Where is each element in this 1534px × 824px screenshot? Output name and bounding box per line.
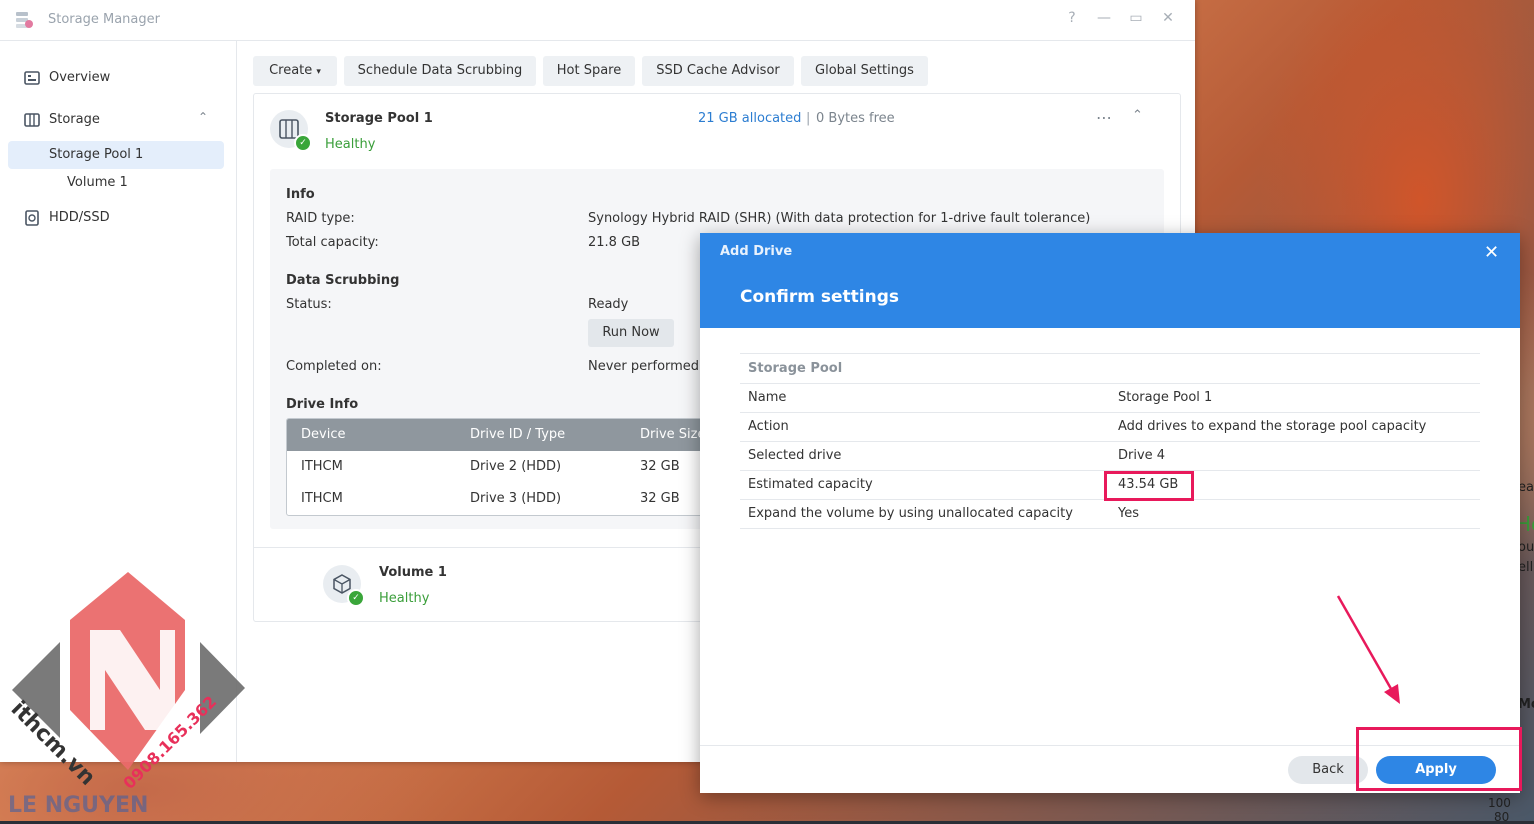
column-header[interactable]: Drive Size [640,427,705,442]
volume-status: Healthy [379,591,430,606]
sidebar-item-storage[interactable]: Storage ⌃ [0,106,236,134]
scrub-status-label: Status: [286,297,332,312]
info-heading: Info [286,187,315,202]
section-header-row: Storage Pool [740,353,1480,384]
window-title: Storage Manager [48,12,160,27]
section-label: Storage Pool [748,361,843,376]
close-icon[interactable]: ✕ [1159,10,1177,26]
healthy-check-icon: ✓ [294,134,312,152]
sidebar-item-volume-1[interactable]: Volume 1 [8,169,224,197]
table-cell: Drive 2 (HDD) [470,459,562,474]
column-header[interactable]: Drive ID / Type [470,427,565,442]
more-options-icon[interactable]: ⋯ [1096,108,1113,127]
sidebar-item-label: Storage Pool 1 [49,147,144,162]
table-row: Action Add drives to expand the storage … [740,412,1480,442]
bg-fragment: ou [1518,540,1534,555]
pool-status: Healthy [325,137,376,152]
completed-on-label: Completed on: [286,359,382,374]
table-cell: ITHCM [301,491,343,506]
setting-value: Storage Pool 1 [1118,390,1213,405]
scrub-status-value: Ready [588,297,629,312]
sidebar-item-label: HDD/SSD [49,210,110,225]
completed-on-value: Never performed [588,359,700,374]
storage-icon [24,113,40,127]
pool-name: Storage Pool 1 [325,111,433,126]
sidebar-item-label: Volume 1 [67,175,128,190]
dialog-title: Add Drive [720,244,793,259]
healthy-check-icon: ✓ [347,589,365,607]
sidebar-item-hdd-ssd[interactable]: HDD/SSD [0,204,236,232]
bg-fragment: Mo [1518,697,1534,712]
storage-manager-app-icon [16,12,33,28]
sidebar-item-overview[interactable]: Overview [0,64,236,92]
pool-allocated[interactable]: 21 GB allocated [698,111,801,126]
table-row: Name Storage Pool 1 [740,383,1480,413]
sidebar-item-label: Storage [49,112,100,127]
volume-icon: ✓ [323,565,365,607]
caret-down-icon: ▾ [316,67,321,77]
total-capacity-value: 21.8 GB [588,235,641,250]
pool-free: 0 Bytes free [816,111,895,126]
close-icon[interactable]: ✕ [1484,242,1499,263]
setting-key: Action [748,419,789,434]
table-cell: 32 GB [640,459,680,474]
create-label: Create [269,63,313,78]
table-row: Expand the volume by using unallocated c… [740,499,1480,529]
watermark-logo: ithcm.vn 0908.165.362 LE NGUYEN [6,572,245,818]
storage-pool-icon: ✓ [270,110,312,152]
chevron-up-icon[interactable]: ⌃ [1132,108,1143,123]
setting-key: Expand the volume by using unallocated c… [748,506,1073,521]
hot-spare-button[interactable]: Hot Spare [543,56,635,86]
column-header[interactable]: Device [301,427,345,442]
overview-icon [24,71,40,85]
create-button[interactable]: Create ▾ [253,56,337,86]
setting-key: Name [748,390,787,405]
apply-highlight-box [1356,727,1522,791]
ssd-cache-advisor-button[interactable]: SSD Cache Advisor [642,56,794,86]
minimize-icon[interactable]: — [1095,10,1113,26]
help-icon[interactable]: ? [1063,10,1081,26]
table-cell: 32 GB [640,491,680,506]
drive-info-heading: Drive Info [286,397,359,412]
window-titlebar[interactable]: Storage Manager ? — ▭ ✕ [0,0,1195,41]
setting-key: Estimated capacity [748,477,873,492]
table-row: Selected drive Drive 4 [740,441,1480,471]
bg-fragment: ell [1518,560,1534,575]
dialog-subtitle: Confirm settings [740,287,899,307]
run-now-button[interactable]: Run Now [588,319,674,347]
table-cell: Drive 3 (HDD) [470,491,562,506]
hdd-icon [25,210,39,226]
chevron-up-icon[interactable]: ⌃ [198,110,208,124]
table-cell: ITHCM [301,459,343,474]
raid-type-value: Synology Hybrid RAID (SHR) (With data pr… [588,211,1091,226]
raid-type-label: RAID type: [286,211,355,226]
svg-text:LE NGUYEN: LE NGUYEN [8,793,148,818]
setting-key: Selected drive [748,448,842,463]
dialog-header[interactable]: Add Drive ✕ Confirm settings [700,233,1520,328]
total-capacity-label: Total capacity: [286,235,379,250]
separator: | [806,111,811,126]
bg-fragment: ea [1518,480,1534,495]
volume-name: Volume 1 [379,565,447,580]
maximize-icon[interactable]: ▭ [1127,10,1145,26]
pointer-arrow-icon [1336,595,1400,704]
schedule-data-scrubbing-button[interactable]: Schedule Data Scrubbing [344,56,536,86]
setting-value: Drive 4 [1118,448,1166,463]
global-settings-button[interactable]: Global Settings [801,56,928,86]
bg-fragment: 100 [1488,796,1511,810]
setting-value: Add drives to expand the storage pool ca… [1118,419,1427,434]
estimated-capacity-highlight [1104,471,1194,501]
data-scrubbing-heading: Data Scrubbing [286,273,400,288]
sidebar-item-storage-pool-1[interactable]: Storage Pool 1 [8,141,224,169]
setting-value: Yes [1118,506,1139,521]
sidebar-item-label: Overview [49,70,111,85]
bg-fragment: 80 [1494,810,1510,824]
